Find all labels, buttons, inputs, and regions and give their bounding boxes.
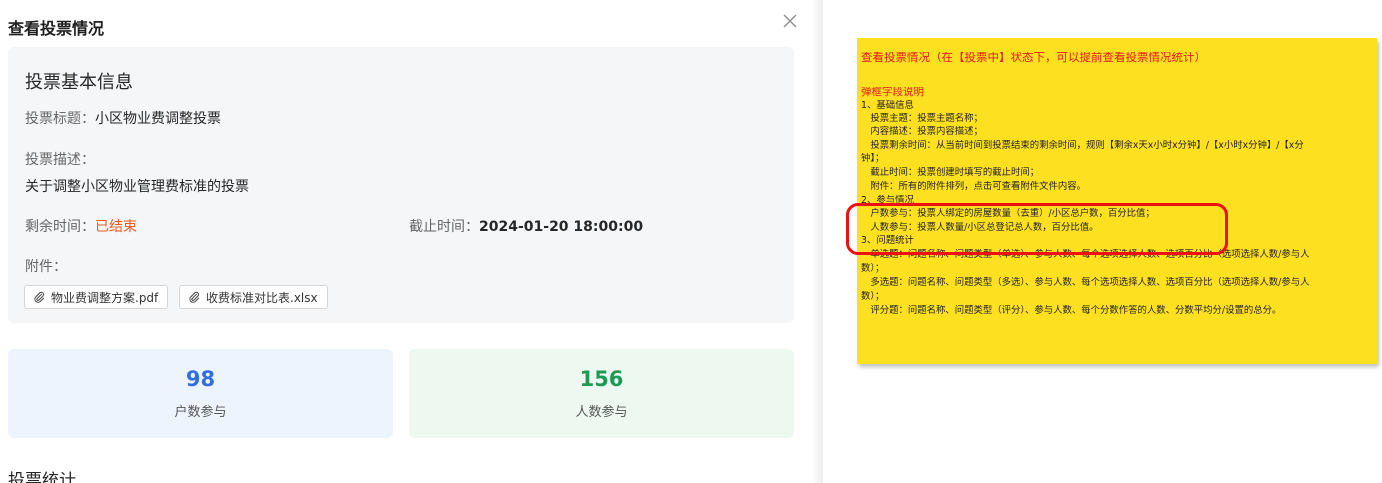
vote-detail-drawer: 查看投票情况 投票基本信息 投票标题：小区物业费调整投票 投票描述： 关于调整小…: [0, 0, 820, 483]
close-icon: [783, 14, 797, 28]
vote-title-row: 投票标题：小区物业费调整投票: [25, 108, 221, 128]
basic-info-card: 投票基本信息 投票标题：小区物业费调整投票 投票描述： 关于调整小区物业管理费标…: [8, 47, 794, 323]
remaining-time-label: 剩余时间：: [25, 219, 95, 235]
attachment-name: 收费标准对比表.xlsx: [206, 290, 318, 305]
remaining-time-value: 已结束: [95, 219, 137, 235]
deadline-value: 2024-01-20 18:00:00: [479, 219, 644, 235]
note-title: 查看投票情况（在【投票中】状态下，可以提前查看投票情况统计）: [861, 52, 1206, 64]
vote-desc-value-row: 关于调整小区物业管理费标准的投票: [25, 176, 249, 196]
vote-title-label: 投票标题：: [25, 111, 95, 127]
paperclip-icon: [34, 291, 45, 303]
note-line: 投票主题：投票主题名称；: [861, 113, 983, 124]
deadline-label: 截止时间：: [409, 219, 479, 235]
note-line: 截止时间：投票创建时填写的截止时间；: [861, 167, 1040, 178]
attachments-label-row: 附件：: [25, 256, 67, 276]
people-participation-card: 156 人数参与: [409, 349, 794, 438]
people-label: 人数参与: [575, 405, 628, 420]
vote-desc-label: 投票描述：: [25, 152, 95, 168]
vote-statistics-title: 投票统计: [8, 471, 76, 483]
note-line: 数）；: [861, 263, 885, 274]
note-line: 内容描述：投票内容描述；: [861, 126, 983, 137]
household-count: 98: [185, 367, 216, 391]
paperclip-icon: [189, 291, 200, 303]
household-label: 户数参与: [174, 405, 227, 420]
people-count: 156: [579, 367, 624, 391]
close-button[interactable]: [781, 12, 799, 30]
note-line: 1、基础信息: [861, 100, 914, 111]
basic-info-heading: 投票基本信息: [25, 72, 133, 93]
vote-desc-value: 关于调整小区物业管理费标准的投票: [25, 179, 249, 195]
highlight-ring: [846, 203, 1228, 255]
attachment-chip-xlsx[interactable]: 收费标准对比表.xlsx: [179, 285, 328, 309]
attachment-name: 物业费调整方案.pdf: [51, 290, 159, 305]
drawer-title: 查看投票情况: [8, 19, 105, 38]
annotation-note: 查看投票情况（在【投票中】状态下，可以提前查看投票情况统计） 弹框字段说明 1、…: [857, 38, 1377, 364]
note-line: 投票剩余时间：从当前时间到投票结束的剩余时间，规则【剩余x天x小时x分钟】/【x…: [861, 140, 1304, 151]
note-line: 多选题：问题名称、问题类型（多选）、参与人数、每个选项选择人数、选项百分比（选项…: [861, 277, 1310, 288]
attachment-chip-pdf[interactable]: 物业费调整方案.pdf: [24, 285, 169, 309]
note-line: 评分题：问题名称、问题类型（评分）、参与人数、每个分数作答的人数、分数平均分/设…: [861, 305, 1282, 316]
household-participation-card: 98 户数参与: [8, 349, 393, 438]
drawer-shadow: [811, 0, 823, 483]
note-line: 数）；: [861, 291, 885, 302]
note-line: 钟】；: [861, 153, 885, 164]
deadline-row: 截止时间：2024-01-20 18:00:00: [409, 216, 643, 236]
remaining-time-row: 剩余时间：已结束: [25, 216, 137, 236]
attachments-label: 附件：: [25, 259, 67, 275]
vote-desc-label-row: 投票描述：: [25, 149, 95, 169]
note-line: 附件：所有的附件排列，点击可查看附件文件内容。: [861, 181, 1087, 192]
note-subtitle: 弹框字段说明: [861, 87, 924, 98]
vote-title-value: 小区物业费调整投票: [95, 111, 221, 127]
